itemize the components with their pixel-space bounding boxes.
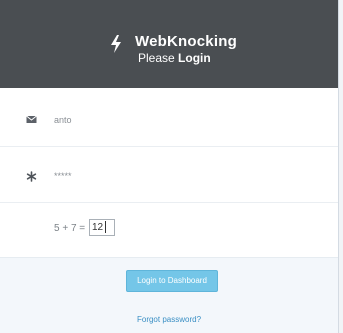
username-field[interactable]: anto	[54, 115, 72, 125]
text-caret	[105, 221, 107, 234]
page: WebKnocking Please Login anto ***** 5 + …	[0, 0, 343, 333]
captcha-question: 5 + 7 =	[54, 223, 86, 234]
subtitle-strong: Login	[178, 51, 211, 65]
login-card: WebKnocking Please Login anto ***** 5 + …	[0, 0, 339, 333]
asterisk-icon	[26, 171, 37, 182]
forgot-password-link[interactable]: Forgot password?	[0, 315, 338, 324]
lightning-bolt-icon	[111, 35, 121, 53]
login-footer: Login to Dashboard Forgot password?	[0, 257, 338, 333]
password-row[interactable]: *****	[0, 148, 338, 203]
envelope-icon	[26, 115, 37, 123]
captcha-answer-input[interactable]: 12	[89, 219, 115, 236]
captcha-row: 5 + 7 = 12	[0, 204, 338, 257]
login-button[interactable]: Login to Dashboard	[126, 270, 218, 292]
login-header: WebKnocking Please Login	[0, 0, 338, 88]
app-title: WebKnocking	[135, 33, 237, 50]
username-row[interactable]: anto	[0, 95, 338, 147]
captcha-answer-value: 12	[92, 222, 104, 233]
login-subtitle: Please Login	[138, 51, 211, 65]
password-field[interactable]: *****	[54, 171, 72, 181]
subtitle-prefix: Please	[138, 51, 175, 65]
